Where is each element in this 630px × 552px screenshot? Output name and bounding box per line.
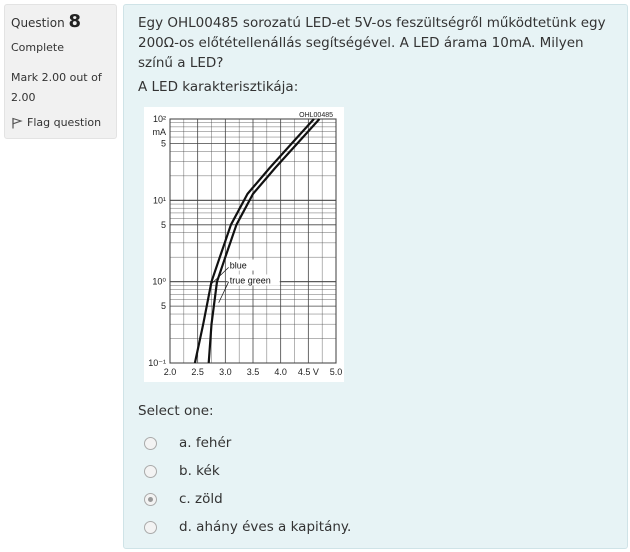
annotation-blue: blue [230, 261, 247, 271]
x-tick-label: 3.0 [219, 367, 232, 377]
y-tick-label: 10⁰ [152, 277, 166, 287]
y-tick-label: 10⁻¹ [148, 358, 166, 368]
question-number: Question 8 [11, 11, 110, 35]
answer-option-a[interactable]: a. fehér [144, 429, 351, 457]
option-text-c: zöld [195, 491, 223, 507]
flag-label: Flag question [27, 116, 102, 129]
y-tick-label: 5 [161, 220, 166, 230]
option-text-a: fehér [195, 435, 232, 451]
option-text-b: kék [196, 463, 220, 479]
x-tick-label: 4.0 [274, 367, 287, 377]
x-tick-label: 2.0 [164, 367, 177, 377]
question-state: Complete [11, 41, 65, 54]
y-tick-label: 10² [153, 114, 166, 124]
x-tick-label: 3.5 [247, 367, 260, 377]
y-axis-label: mA [153, 127, 167, 137]
answer-option-d[interactable]: d. ahány éves a kapitány. [144, 513, 351, 541]
y-tick-label: 5 [161, 301, 166, 311]
flag-question-link[interactable]: Flag question [11, 116, 110, 129]
option-letter-c: c. [179, 491, 191, 507]
y-tick-label: 10¹ [153, 195, 166, 205]
flag-icon [12, 117, 23, 128]
question-info-panel: Question 8 Complete Mark 2.00 out of 2.0… [4, 4, 117, 139]
question-text: Egy OHL00485 sorozatú LED-et 5V-os feszü… [138, 15, 606, 71]
select-prompt: Select one: [138, 403, 214, 419]
option-letter-a: a. [179, 435, 192, 451]
question-label: Question [11, 16, 65, 30]
radio-a[interactable] [144, 436, 157, 450]
question-grade: Mark 2.00 out of 2.00 [11, 68, 110, 108]
y-tick-label: 5 [161, 138, 166, 148]
led-characteristic-chart: 2.0 2.5 3.0 3.5 4.0 4.5 V 5.0 10² 5 10¹ 5 10⁰ 5 10⁻¹ m… [144, 107, 344, 382]
radio-d[interactable] [144, 520, 157, 534]
chart-svg: 2.0 2.5 3.0 3.5 4.0 4.5 V 5.0 10² 5 10¹ 5 10⁰ 5 10⁻¹ m… [148, 112, 343, 377]
option-letter-d: d. [179, 519, 192, 535]
grade-line-2: 2.00 [11, 91, 36, 104]
x-tick-label: 4.5 V [298, 367, 319, 377]
grade-line-1: Mark 2.00 out of [11, 71, 102, 84]
option-text-d: ahány éves a kapitány. [196, 519, 352, 535]
question-content: Egy OHL00485 sorozatú LED-et 5V-os feszü… [123, 4, 628, 549]
x-tick-label: 2.5 [191, 367, 204, 377]
radio-c[interactable] [144, 492, 157, 506]
chart-title: OHL00485 [299, 112, 333, 119]
annotation-true-green: true green [230, 275, 271, 285]
chart-caption: A LED karakterisztikája: [138, 79, 299, 95]
question-number-value: 8 [68, 11, 82, 32]
answer-option-c[interactable]: c. zöld [144, 485, 351, 513]
answer-options: a. fehér b. kék c. zöld d. ahány éves a … [144, 429, 351, 541]
radio-b[interactable] [144, 464, 157, 478]
option-letter-b: b. [179, 463, 192, 479]
answer-option-b[interactable]: b. kék [144, 457, 351, 485]
x-tick-label: 5.0 [330, 367, 343, 377]
